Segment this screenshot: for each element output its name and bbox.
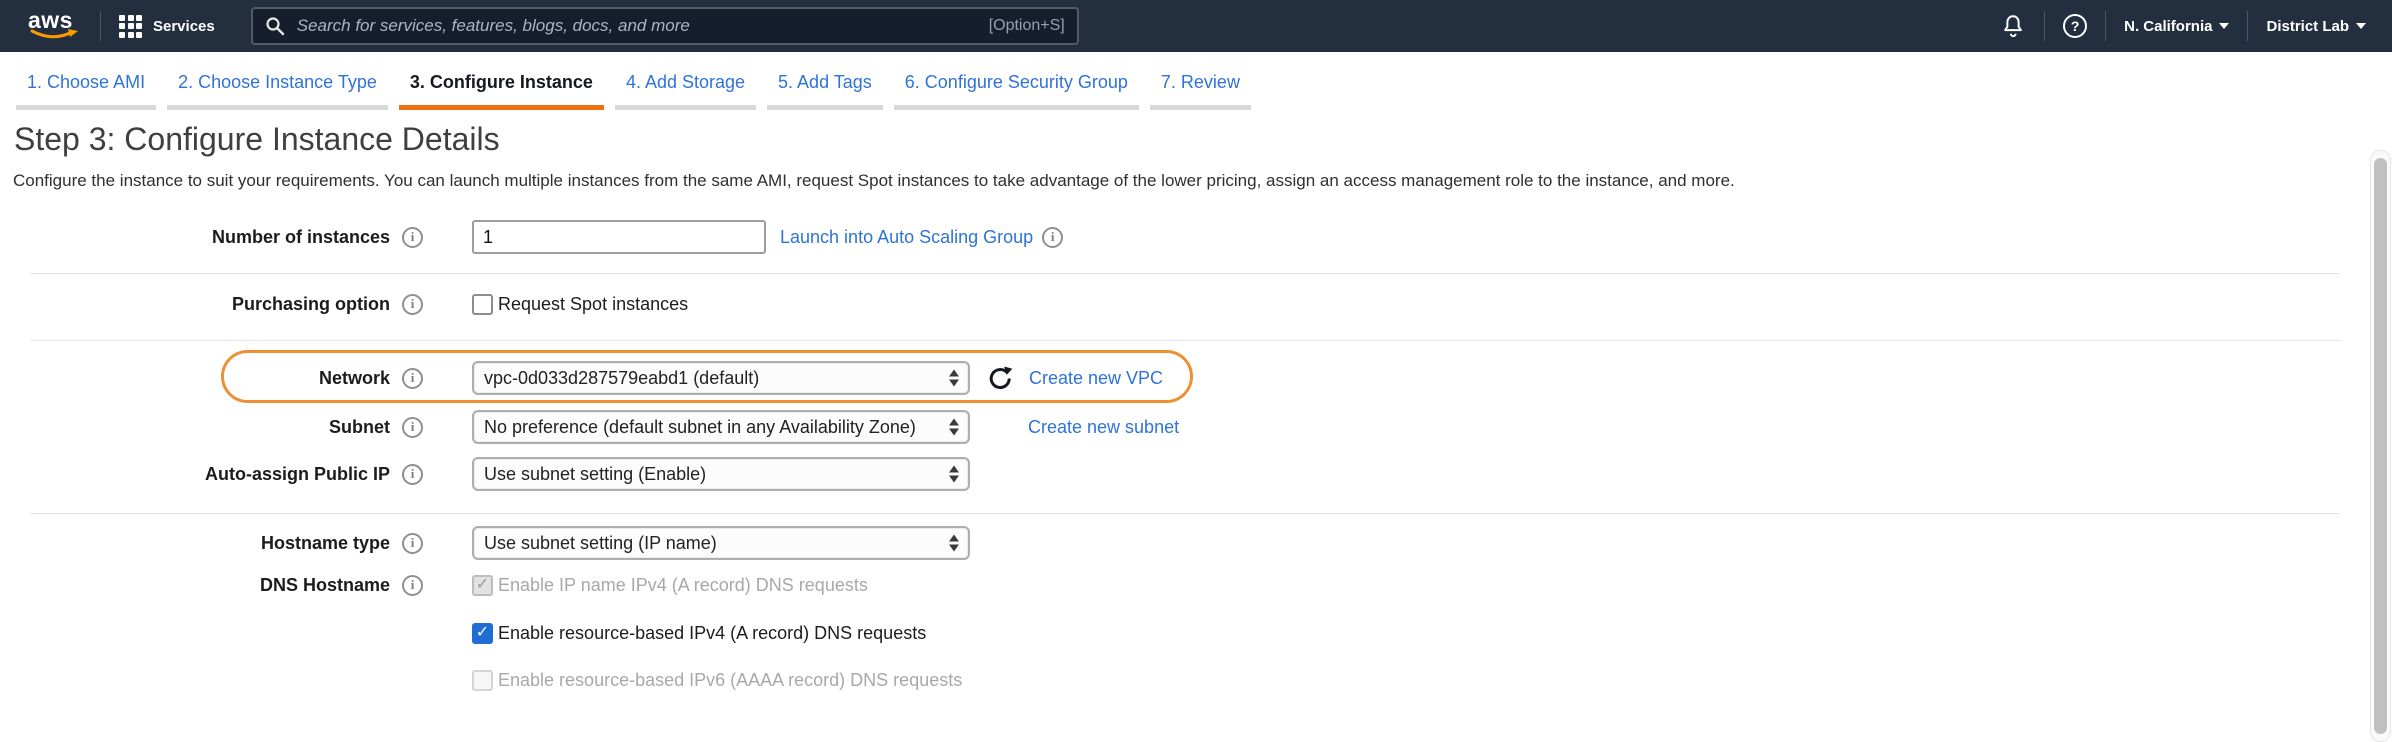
vertical-scrollbar-thumb[interactable] xyxy=(2374,158,2387,734)
tab-choose-ami[interactable]: 1. Choose AMI xyxy=(16,72,156,110)
nav-divider xyxy=(2044,11,2045,41)
info-icon[interactable]: i xyxy=(402,464,423,485)
services-grid-icon xyxy=(119,15,142,38)
subnet-select[interactable]: No preference (default subnet in any Ava… xyxy=(472,410,970,444)
row-resource-based-ipv4: ✓ Enable resource-based IPv4 (A record) … xyxy=(0,615,926,651)
search-icon xyxy=(265,16,285,36)
info-icon[interactable]: i xyxy=(1042,227,1063,248)
nav-divider xyxy=(100,11,101,41)
services-label: Services xyxy=(153,18,215,35)
refresh-vpc-button[interactable] xyxy=(987,365,1014,392)
help-button[interactable]: ? xyxy=(2063,14,2087,38)
aws-logo[interactable]: aws xyxy=(28,8,82,44)
tab-add-tags[interactable]: 5. Add Tags xyxy=(767,72,883,110)
info-icon[interactable]: i xyxy=(402,227,423,248)
enable-resource-based-ipv4-label: Enable resource-based IPv4 (A record) DN… xyxy=(498,623,926,644)
row-hostname-type: Hostname type i Use subnet setting (IP n… xyxy=(0,525,970,561)
global-search-box[interactable]: [Option+S] xyxy=(251,7,1079,45)
auto-assign-public-ip-select[interactable]: Use subnet setting (Enable) xyxy=(472,457,970,491)
info-icon[interactable]: i xyxy=(402,533,423,554)
account-label: District Lab xyxy=(2266,18,2349,35)
number-of-instances-input[interactable] xyxy=(472,220,766,254)
number-of-instances-label: Number of instances xyxy=(0,227,390,248)
notifications-button[interactable] xyxy=(2000,13,2026,39)
tab-add-storage[interactable]: 4. Add Storage xyxy=(615,72,756,110)
enable-resource-based-ipv4-checkbox[interactable]: ✓ xyxy=(472,623,493,644)
row-subnet: Subnet i No preference (default subnet i… xyxy=(0,409,1179,445)
chevron-down-icon xyxy=(2356,23,2366,29)
configure-instance-form: Number of instances i Launch into Auto S… xyxy=(0,200,2392,742)
section-divider xyxy=(30,273,2340,274)
auto-assign-public-ip-value: Use subnet setting (Enable) xyxy=(484,464,706,485)
network-select-value: vpc-0d033d287579eabd1 (default) xyxy=(484,368,759,389)
create-new-vpc-link[interactable]: Create new VPC xyxy=(1029,368,1163,389)
launch-into-auto-scaling-group-link[interactable]: Launch into Auto Scaling Group xyxy=(780,227,1033,248)
page-title: Step 3: Configure Instance Details xyxy=(14,121,500,158)
tab-configure-instance[interactable]: 3. Configure Instance xyxy=(399,72,604,110)
bell-icon xyxy=(2000,13,2026,39)
chevron-down-icon xyxy=(2219,23,2229,29)
enable-resource-based-ipv6-label: Enable resource-based IPv6 (AAAA record)… xyxy=(498,670,962,691)
info-icon[interactable]: i xyxy=(402,417,423,438)
vertical-scrollbar-track[interactable] xyxy=(2370,150,2391,742)
network-select[interactable]: vpc-0d033d287579eabd1 (default) xyxy=(472,361,970,395)
region-label: N. California xyxy=(2124,18,2212,35)
search-input[interactable] xyxy=(297,16,989,36)
top-navigation-bar: aws Services [Option+S] ? xyxy=(0,0,2392,52)
section-divider xyxy=(30,340,2340,341)
row-network: Network i vpc-0d033d287579eabd1 (default… xyxy=(0,360,1163,396)
nav-divider xyxy=(2247,11,2248,41)
select-arrows-icon xyxy=(949,370,959,387)
hostname-type-label: Hostname type xyxy=(0,533,390,554)
help-icon: ? xyxy=(2063,14,2087,38)
create-new-subnet-link[interactable]: Create new subnet xyxy=(1028,417,1179,438)
row-purchasing-option: Purchasing option i Request Spot instanc… xyxy=(0,286,688,322)
info-icon[interactable]: i xyxy=(402,368,423,389)
services-menu[interactable]: Services xyxy=(119,15,215,38)
search-shortcut-hint: [Option+S] xyxy=(989,17,1065,35)
hostname-type-select[interactable]: Use subnet setting (IP name) xyxy=(472,526,970,560)
dns-hostname-label: DNS Hostname xyxy=(0,575,390,596)
info-icon[interactable]: i xyxy=(402,575,423,596)
refresh-icon xyxy=(987,365,1014,392)
hostname-type-value: Use subnet setting (IP name) xyxy=(484,533,717,554)
tab-choose-instance-type[interactable]: 2. Choose Instance Type xyxy=(167,72,388,110)
aws-smile-icon xyxy=(30,29,80,43)
select-arrows-icon xyxy=(949,466,959,483)
row-resource-based-ipv6: Enable resource-based IPv6 (AAAA record)… xyxy=(0,662,962,698)
subnet-select-value: No preference (default subnet in any Ava… xyxy=(484,417,916,438)
auto-assign-public-ip-label: Auto-assign Public IP xyxy=(0,464,390,485)
request-spot-instances-label: Request Spot instances xyxy=(498,294,688,315)
enable-ip-name-ipv4-checkbox: ✓ xyxy=(472,575,493,596)
section-divider xyxy=(30,513,2340,514)
enable-ip-name-ipv4-label: Enable IP name IPv4 (A record) DNS reque… xyxy=(498,575,868,596)
tab-review[interactable]: 7. Review xyxy=(1150,72,1251,110)
row-number-of-instances: Number of instances i Launch into Auto S… xyxy=(0,219,1063,255)
info-icon[interactable]: i xyxy=(402,294,423,315)
select-arrows-icon xyxy=(949,419,959,436)
wizard-step-tabs: 1. Choose AMI 2. Choose Instance Type 3.… xyxy=(0,52,2392,110)
request-spot-instances-checkbox[interactable] xyxy=(472,294,493,315)
page-description: Configure the instance to suit your requ… xyxy=(13,171,1735,191)
nav-divider xyxy=(2105,11,2106,41)
select-arrows-icon xyxy=(949,535,959,552)
subnet-label: Subnet xyxy=(0,417,390,438)
row-auto-assign-public-ip: Auto-assign Public IP i Use subnet setti… xyxy=(0,456,970,492)
tab-configure-security-group[interactable]: 6. Configure Security Group xyxy=(894,72,1139,110)
network-label: Network xyxy=(0,368,390,389)
row-dns-hostname: DNS Hostname i ✓ Enable IP name IPv4 (A … xyxy=(0,567,868,603)
purchasing-option-label: Purchasing option xyxy=(0,294,390,315)
enable-resource-based-ipv6-checkbox xyxy=(472,670,493,691)
region-selector[interactable]: N. California xyxy=(2124,18,2229,35)
account-menu[interactable]: District Lab xyxy=(2266,18,2366,35)
topbar-right-cluster: ? N. California District Lab xyxy=(2000,11,2366,41)
